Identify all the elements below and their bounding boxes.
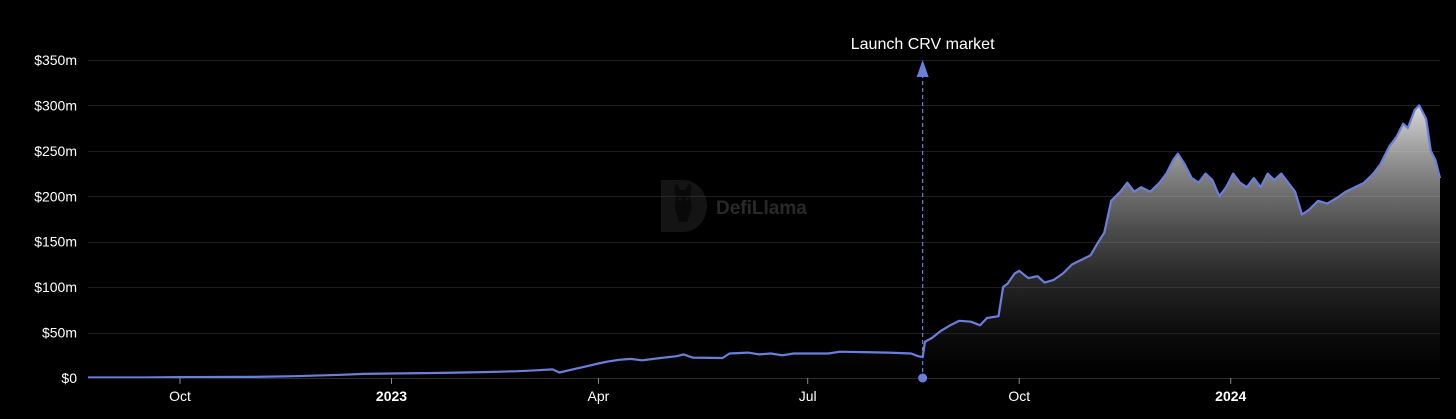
x-tick-label: Jul <box>799 388 817 404</box>
y-tick-label: $50m <box>42 325 77 341</box>
y-tick-label: $250m <box>34 143 77 159</box>
annotation-label: Launch CRV market <box>851 36 995 53</box>
y-tick-label: $300m <box>34 97 77 113</box>
y-tick-label: $0 <box>61 370 77 386</box>
watermark-text: DefiLlama <box>716 198 807 219</box>
x-tick-label: Apr <box>588 388 610 404</box>
x-tick-label: Oct <box>169 388 191 404</box>
defillama-logo-icon <box>661 180 707 232</box>
x-tick-label: 2023 <box>376 388 407 404</box>
y-tick-label: $100m <box>34 279 77 295</box>
tvl-area-chart: $0 $50m $100m $150m $200m $250m $300m $350m Def… <box>0 0 1456 419</box>
y-tick-label: $200m <box>34 188 77 204</box>
y-tick-label: $350m <box>34 52 77 68</box>
y-tick-label: $150m <box>34 234 77 250</box>
x-tick-label: Oct <box>1008 388 1030 404</box>
annotation-marker <box>918 373 928 383</box>
x-tick-label: 2024 <box>1215 388 1246 404</box>
